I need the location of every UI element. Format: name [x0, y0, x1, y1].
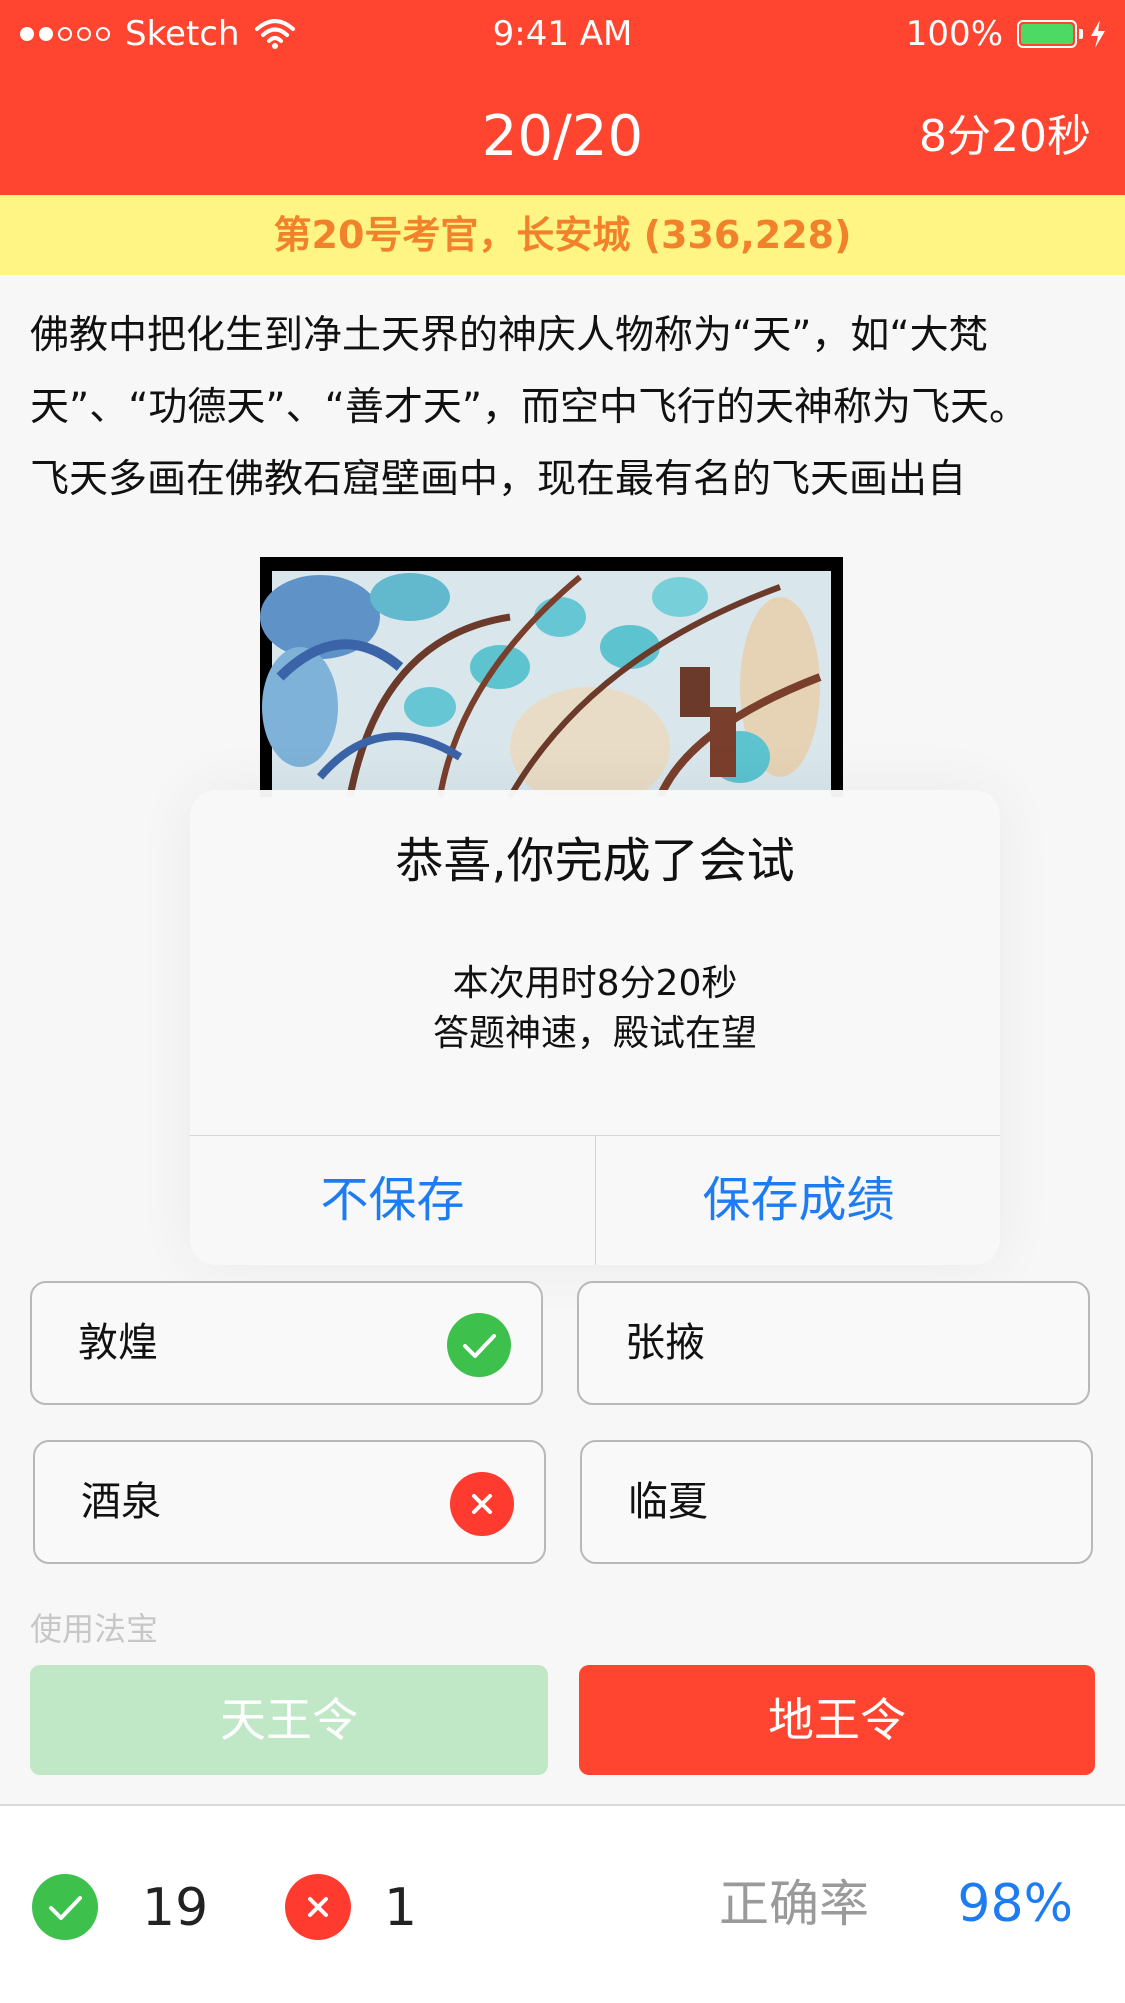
earth-king-token-button[interactable]: 地王令	[579, 1665, 1095, 1775]
examiner-banner: 第20号考官，长安城 (336,228)	[0, 195, 1125, 275]
completion-dialog: 恭喜,你完成了会试 本次用时8分20秒 答题神速，殿试在望 不保存 保存成绩	[190, 790, 1000, 1265]
answer-option[interactable]: 张掖	[577, 1281, 1090, 1405]
answer-label: 张掖	[625, 1320, 705, 1366]
wrong-cross-icon	[285, 1874, 351, 1940]
answer-option[interactable]: 酒泉	[33, 1440, 546, 1564]
save-score-button[interactable]: 保存成绩	[596, 1136, 1000, 1265]
dialog-message-time: 本次用时8分20秒	[452, 963, 738, 1004]
correct-check-icon	[32, 1874, 98, 1940]
correct-count: 19	[142, 1878, 209, 1938]
correct-check-icon	[447, 1313, 511, 1377]
elapsed-timer: 8分20秒	[919, 111, 1091, 162]
question-line: 佛教中把化生到净土天界的神庆人物称为“天”，如“大梵	[30, 313, 988, 358]
wrong-count: 1	[384, 1878, 418, 1938]
status-bar-right: 100%	[906, 14, 1107, 54]
answer-label: 敦煌	[78, 1320, 158, 1366]
top-header: Sketch 9:41 AM 100% 20/20 8分20秒	[0, 0, 1125, 195]
accuracy-value: 98%	[957, 1874, 1073, 1934]
wrong-cross-icon	[450, 1472, 514, 1536]
answer-option[interactable]: 敦煌	[30, 1281, 543, 1405]
answer-label: 酒泉	[81, 1479, 161, 1525]
heaven-king-token-button[interactable]: 天王令	[30, 1665, 548, 1775]
answer-option[interactable]: 临夏	[580, 1440, 1093, 1564]
charging-bolt-icon	[1089, 19, 1107, 49]
dialog-message-praise: 答题神速，殿试在望	[432, 1013, 757, 1054]
question-line: 飞天多画在佛教石窟壁画中，现在最有名的飞天画出自	[30, 457, 967, 502]
question-line: 天”、“功德天”、“善才天”，而空中飞行的天神称为飞天。	[30, 385, 1029, 430]
battery-percent: 100%	[905, 14, 1003, 54]
accuracy-label: 正确率	[719, 1875, 869, 1933]
battery-icon	[1017, 20, 1083, 48]
tools-label: 使用法宝	[30, 1610, 159, 1648]
score-footer: 19 1 正确率 98%	[0, 1804, 1125, 2003]
question-text: 佛教中把化生到净土天界的神庆人物称为“天”，如“大梵 天”、“功德天”、“善才天…	[30, 300, 1100, 516]
dialog-title: 恭喜,你完成了会试	[395, 833, 795, 889]
answer-label: 临夏	[628, 1479, 708, 1525]
dont-save-button[interactable]: 不保存	[190, 1136, 595, 1265]
question-image	[260, 557, 843, 797]
